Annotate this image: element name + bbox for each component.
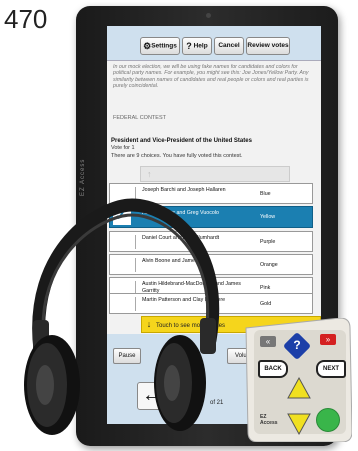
fast-forward-button[interactable]: » — [320, 334, 336, 345]
ez-access-controller: « » ? BACK NEXT EZ Access — [240, 317, 353, 443]
enter-button[interactable] — [316, 408, 340, 432]
back-button[interactable]: BACK — [258, 360, 288, 378]
rewind-button[interactable]: « — [260, 336, 276, 347]
brand-label: EZ Access — [260, 414, 278, 426]
next-button[interactable]: NEXT — [316, 360, 346, 378]
rewind-icon: « — [265, 337, 271, 346]
fast-forward-icon: » — [325, 335, 331, 344]
device-logo: EZ Access — [80, 158, 86, 196]
help-icon: ? — [293, 338, 301, 352]
up-down-arrow-icons[interactable] — [286, 376, 312, 436]
